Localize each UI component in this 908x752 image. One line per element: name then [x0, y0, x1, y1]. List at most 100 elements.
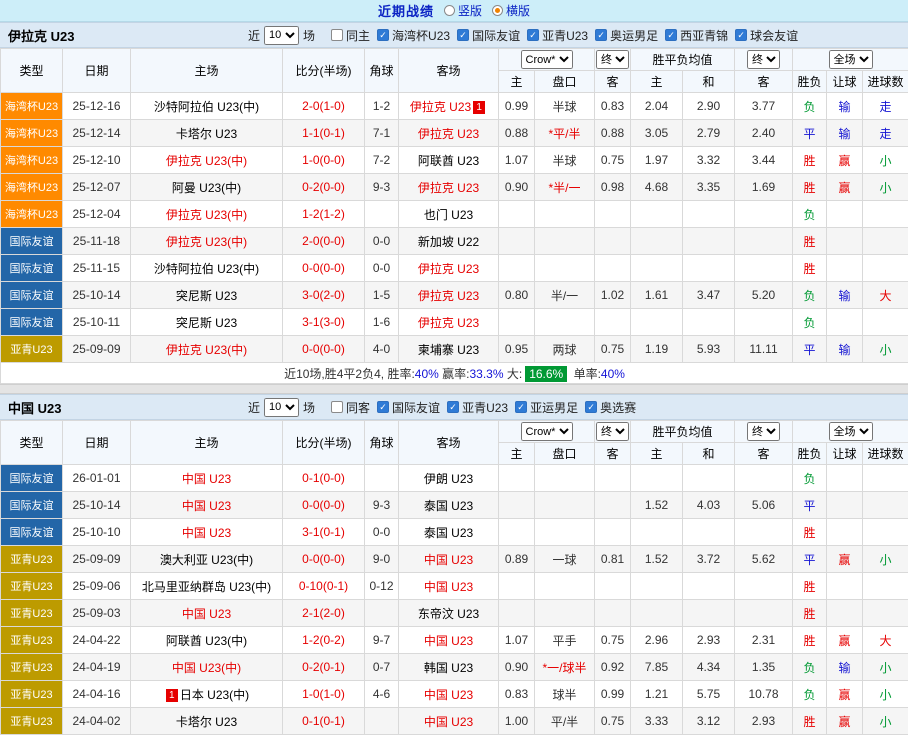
home-team-link[interactable]: 伊拉克 U23(中): [166, 235, 247, 249]
home-team-link[interactable]: 卡塔尔 U23: [176, 715, 237, 729]
home-team-link[interactable]: 伊拉克 U23(中): [166, 208, 247, 222]
filter-option[interactable]: ✓西亚青锦: [665, 27, 728, 44]
away-team-link[interactable]: 新加坡 U22: [418, 235, 479, 249]
match-score: 1-0(0-0): [283, 147, 365, 174]
home-team-link[interactable]: 日本 U23(中): [180, 688, 249, 702]
match-date: 25-12-07: [63, 174, 131, 201]
filter-option[interactable]: 同客: [331, 399, 370, 416]
avg-end-select[interactable]: 终: [747, 50, 780, 69]
result-cell: 负: [793, 93, 827, 120]
recent-count-select[interactable]: 10: [264, 398, 299, 417]
odds-company-select[interactable]: Crow*: [521, 422, 573, 441]
away-team-link[interactable]: 伊拉克 U23: [418, 127, 479, 141]
home-team-link[interactable]: 中国 U23(中): [172, 661, 241, 675]
away-team-link[interactable]: 中国 U23: [424, 688, 473, 702]
result-cell: 胜: [793, 255, 827, 282]
match-score: 3-0(2-0): [283, 282, 365, 309]
avg-end-header: 终: [735, 421, 793, 443]
odds-company-select[interactable]: Crow*: [521, 50, 573, 69]
home-team-link[interactable]: 北马里亚纳群岛 U23(中): [142, 580, 271, 594]
away-team-link[interactable]: 伊拉克 U23: [410, 100, 471, 114]
home-team-link[interactable]: 卡塔尔 U23: [176, 127, 237, 141]
away-team-link[interactable]: 伊拉克 U23: [418, 316, 479, 330]
filter-option[interactable]: ✓国际友谊: [457, 27, 520, 44]
layout-option-vertical[interactable]: 竖版: [444, 2, 482, 19]
home-team-link[interactable]: 中国 U23: [182, 499, 231, 513]
summary-foot: 近10场,胜4平2负4, 胜率:40% 赢率:33.3% 大:16.6% 单率:…: [1, 363, 908, 384]
home-team-link[interactable]: 阿曼 U23(中): [172, 181, 241, 195]
odds-end-select[interactable]: 终: [596, 50, 629, 69]
goals-cell: 小: [863, 681, 908, 708]
away-team-link[interactable]: 也门 U23: [424, 208, 473, 222]
away-team-link[interactable]: 泰国 U23: [424, 526, 473, 540]
checkbox-checked[interactable]: ✓: [595, 29, 607, 41]
home-team-link[interactable]: 中国 U23: [182, 472, 231, 486]
filter-option[interactable]: ✓亚青U23: [447, 399, 508, 416]
home-team-link[interactable]: 沙特阿拉伯 U23(中): [154, 100, 259, 114]
top-bar: 近期战绩 竖版 横版: [0, 0, 908, 22]
away-team-link[interactable]: 韩国 U23: [424, 661, 473, 675]
away-team-link[interactable]: 中国 U23: [424, 715, 473, 729]
goals-cell: [863, 309, 908, 336]
home-team-link[interactable]: 中国 U23: [182, 526, 231, 540]
away-team-link[interactable]: 东帝汶 U23: [418, 607, 479, 621]
filter-option[interactable]: ✓奥运男足: [595, 27, 658, 44]
home-team-link[interactable]: 伊拉克 U23(中): [166, 154, 247, 168]
recent-count-select[interactable]: 10: [264, 26, 299, 45]
corner-score: 1-2: [365, 93, 399, 120]
checkbox-checked[interactable]: ✓: [447, 401, 459, 413]
col-away: 客场: [399, 49, 499, 93]
home-team-link[interactable]: 伊拉克 U23(中): [166, 343, 247, 357]
away-team-link[interactable]: 柬埔寨 U23: [418, 343, 479, 357]
away-team-link[interactable]: 泰国 U23: [424, 499, 473, 513]
filter-option[interactable]: ✓国际友谊: [377, 399, 440, 416]
checkbox-unchecked[interactable]: [331, 401, 343, 413]
home-team-link[interactable]: 突尼斯 U23: [176, 289, 237, 303]
checkbox-checked[interactable]: ✓: [735, 29, 747, 41]
odds-end-select[interactable]: 终: [596, 422, 629, 441]
radio-horizontal-icon[interactable]: [492, 5, 503, 16]
checkbox-unchecked[interactable]: [331, 29, 343, 41]
checkbox-checked[interactable]: ✓: [377, 29, 389, 41]
avg-end-select[interactable]: 终: [747, 422, 780, 441]
home-team-link[interactable]: 阿联酋 U23(中): [166, 634, 247, 648]
filter-option[interactable]: ✓球会友谊: [735, 27, 798, 44]
checkbox-checked[interactable]: ✓: [515, 401, 527, 413]
away-team-link[interactable]: 中国 U23: [424, 580, 473, 594]
home-team-link[interactable]: 沙特阿拉伯 U23(中): [154, 262, 259, 276]
scope-select[interactable]: 全场: [829, 422, 873, 441]
col-date: 日期: [63, 49, 131, 93]
checkbox-checked[interactable]: ✓: [457, 29, 469, 41]
filter-option[interactable]: ✓亚运男足: [515, 399, 578, 416]
checkbox-checked[interactable]: ✓: [665, 29, 677, 41]
away-team-link[interactable]: 中国 U23: [424, 553, 473, 567]
away-team-link[interactable]: 伊朗 U23: [424, 472, 473, 486]
scope-select[interactable]: 全场: [829, 50, 873, 69]
home-team-link[interactable]: 澳大利亚 U23(中): [160, 553, 253, 567]
radio-vertical-icon[interactable]: [444, 5, 455, 16]
home-team-cell: 阿联酋 U23(中): [131, 627, 283, 654]
checkbox-checked[interactable]: ✓: [527, 29, 539, 41]
home-team-link[interactable]: 中国 U23: [182, 607, 231, 621]
handicap-cell: [827, 228, 863, 255]
away-team-link[interactable]: 阿联酋 U23: [418, 154, 479, 168]
filter-option[interactable]: ✓海湾杯U23: [377, 27, 450, 44]
home-team-link[interactable]: 突尼斯 U23: [176, 316, 237, 330]
home-team-cell: 北马里亚纳群岛 U23(中): [131, 573, 283, 600]
avg-home-cell: 7.85: [631, 654, 683, 681]
away-team-link[interactable]: 中国 U23: [424, 634, 473, 648]
avg-home-cell: 1.97: [631, 147, 683, 174]
summary-part: 大:: [504, 367, 523, 381]
layout-option-horizontal[interactable]: 横版: [492, 2, 530, 19]
checkbox-checked[interactable]: ✓: [585, 401, 597, 413]
avg-home-cell: 1.52: [631, 546, 683, 573]
away-team-link[interactable]: 伊拉克 U23: [418, 181, 479, 195]
scope-header: 全场: [793, 421, 908, 443]
filter-option[interactable]: ✓亚青U23: [527, 27, 588, 44]
away-team-link[interactable]: 伊拉克 U23: [418, 289, 479, 303]
checkbox-checked[interactable]: ✓: [377, 401, 389, 413]
odds-company-header: Crow*: [499, 421, 595, 443]
away-team-link[interactable]: 伊拉克 U23: [418, 262, 479, 276]
filter-option[interactable]: ✓奥选赛: [585, 399, 636, 416]
filter-option[interactable]: 同主: [331, 27, 370, 44]
